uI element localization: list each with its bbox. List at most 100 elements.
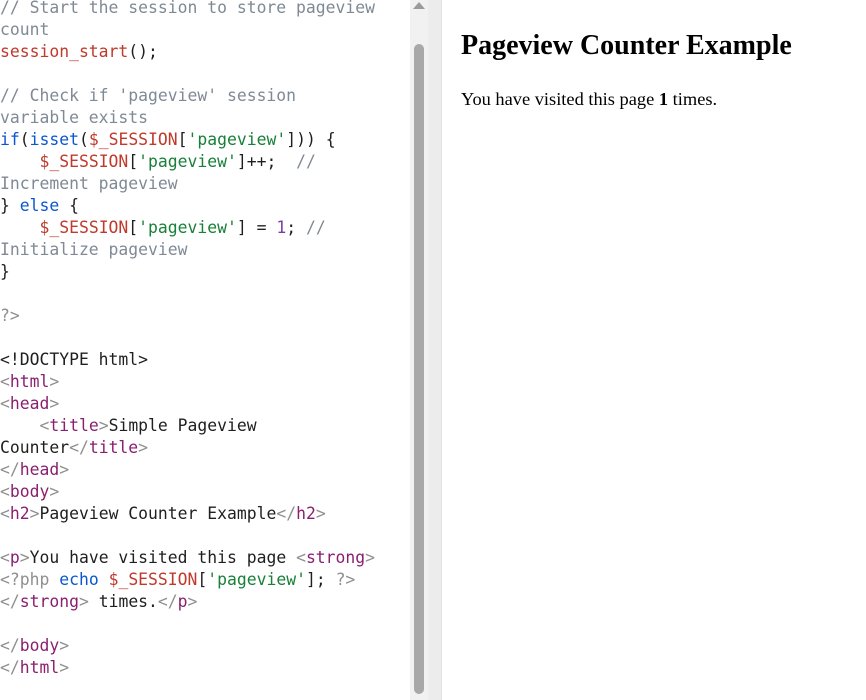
code-token: </: [157, 592, 178, 611]
code-token: body: [19, 636, 60, 655]
code-token: $_SESSION: [88, 130, 178, 149]
code-token: <: [39, 416, 50, 435]
code-token: echo: [59, 570, 99, 589]
code-token: >: [59, 460, 70, 479]
code-line: </html>: [0, 657, 375, 679]
code-token: html: [19, 658, 60, 677]
code-token: 'pageview': [187, 130, 287, 149]
code-token: $_SESSION: [108, 570, 198, 589]
code-token: >: [98, 416, 109, 435]
code-token: </: [0, 636, 20, 655]
code-token: $_SESSION: [39, 152, 129, 171]
code-line: <p>You have visited this page <strong>: [0, 547, 375, 569]
pane-divider[interactable]: [428, 0, 442, 700]
preview-text-after: times.: [668, 89, 718, 109]
pageview-count: 1: [658, 89, 669, 109]
code-token: 'pageview': [138, 152, 237, 171]
code-token: variable exists: [0, 108, 149, 127]
code-token: head: [19, 460, 60, 479]
code-token: <: [0, 548, 10, 567]
code-token: ])) {: [286, 130, 336, 149]
code-token: title: [49, 416, 99, 435]
code-token: <?php: [0, 570, 60, 589]
code-line: </body>: [0, 635, 375, 657]
code-token: <: [0, 372, 10, 391]
code-token: <!DOCTYPE html>: [0, 350, 149, 369]
code-line: count: [0, 19, 375, 41]
editor-scrollbar[interactable]: [410, 0, 428, 700]
code-token: $_SESSION: [39, 218, 129, 237]
code-line: // Check if 'pageview' session: [0, 85, 375, 107]
code-token: times.: [88, 592, 158, 611]
code-line: Counter</title>: [0, 437, 375, 459]
code-token: isset: [29, 130, 79, 149]
code-token: </: [0, 460, 20, 479]
code-line: } else {: [0, 195, 375, 217]
code-token: 'pageview': [207, 570, 306, 589]
code-token: >: [365, 548, 376, 567]
code-line: <h2>Pageview Counter Example</h2>: [0, 503, 375, 525]
preview-pane: Pageview Counter Example You have visite…: [442, 0, 866, 700]
code-token: [: [128, 152, 139, 171]
code-token: >: [19, 548, 30, 567]
code-token: // Start the session to store pageview: [0, 0, 375, 17]
code-line: </strong> times.</p>: [0, 591, 375, 613]
code-token: <: [0, 504, 10, 523]
code-line: <!DOCTYPE html>: [0, 349, 375, 371]
code-line: Initialize pageview: [0, 239, 375, 261]
code-token: session_start: [0, 42, 129, 61]
code-token: >: [29, 504, 40, 523]
code-line: <body>: [0, 481, 375, 503]
code-token: <: [0, 394, 10, 413]
code-token: >: [49, 482, 60, 501]
code-token: strong: [19, 592, 79, 611]
code-line: }: [0, 261, 375, 283]
code-token: ]++;: [236, 152, 297, 171]
preview-heading: Pageview Counter Example: [461, 30, 792, 61]
code-token: //: [296, 152, 316, 171]
code-token: else: [19, 196, 60, 215]
scrollbar-thumb[interactable]: [414, 44, 424, 694]
code-token: ();: [128, 42, 158, 61]
code-token: >: [59, 658, 70, 677]
code-line: </head>: [0, 459, 375, 481]
code-token: [: [197, 570, 208, 589]
code-token: ];: [305, 570, 336, 589]
code-line: <head>: [0, 393, 375, 415]
code-token: >: [138, 438, 149, 457]
code-editor-pane[interactable]: // Start the session to store pageview co…: [0, 0, 410, 700]
code-token: Initialize pageview: [0, 240, 188, 259]
code-token: >: [315, 504, 326, 523]
code-token: 1: [276, 218, 287, 237]
code-token: Pageview Counter Example: [39, 504, 277, 523]
code-line: variable exists: [0, 107, 375, 129]
code-line: $_SESSION['pageview']++; //: [0, 151, 375, 173]
code-token: head: [9, 394, 50, 413]
code-line: ?>: [0, 305, 375, 327]
preview-text-before: You have visited this page: [461, 89, 659, 109]
code-token: <: [0, 482, 10, 501]
code-token: </: [69, 438, 89, 457]
code-token: h2: [9, 504, 30, 523]
code-token: ;: [286, 218, 306, 237]
code-line: <?php echo $_SESSION['pageview']; ?>: [0, 569, 375, 591]
code-token: </: [276, 504, 297, 523]
code-line: if(isset($_SESSION['pageview'])) {: [0, 129, 375, 151]
code-token: title: [88, 438, 139, 457]
code-line: $_SESSION['pageview'] = 1; //: [0, 217, 375, 239]
scroll-up-arrow-icon[interactable]: [413, 2, 425, 9]
code-editor[interactable]: // Start the session to store pageview co…: [0, 0, 375, 679]
code-token: count: [0, 20, 50, 39]
code-token: <: [296, 548, 306, 567]
code-token: You have visited this page: [29, 548, 297, 567]
code-line: <html>: [0, 371, 375, 393]
